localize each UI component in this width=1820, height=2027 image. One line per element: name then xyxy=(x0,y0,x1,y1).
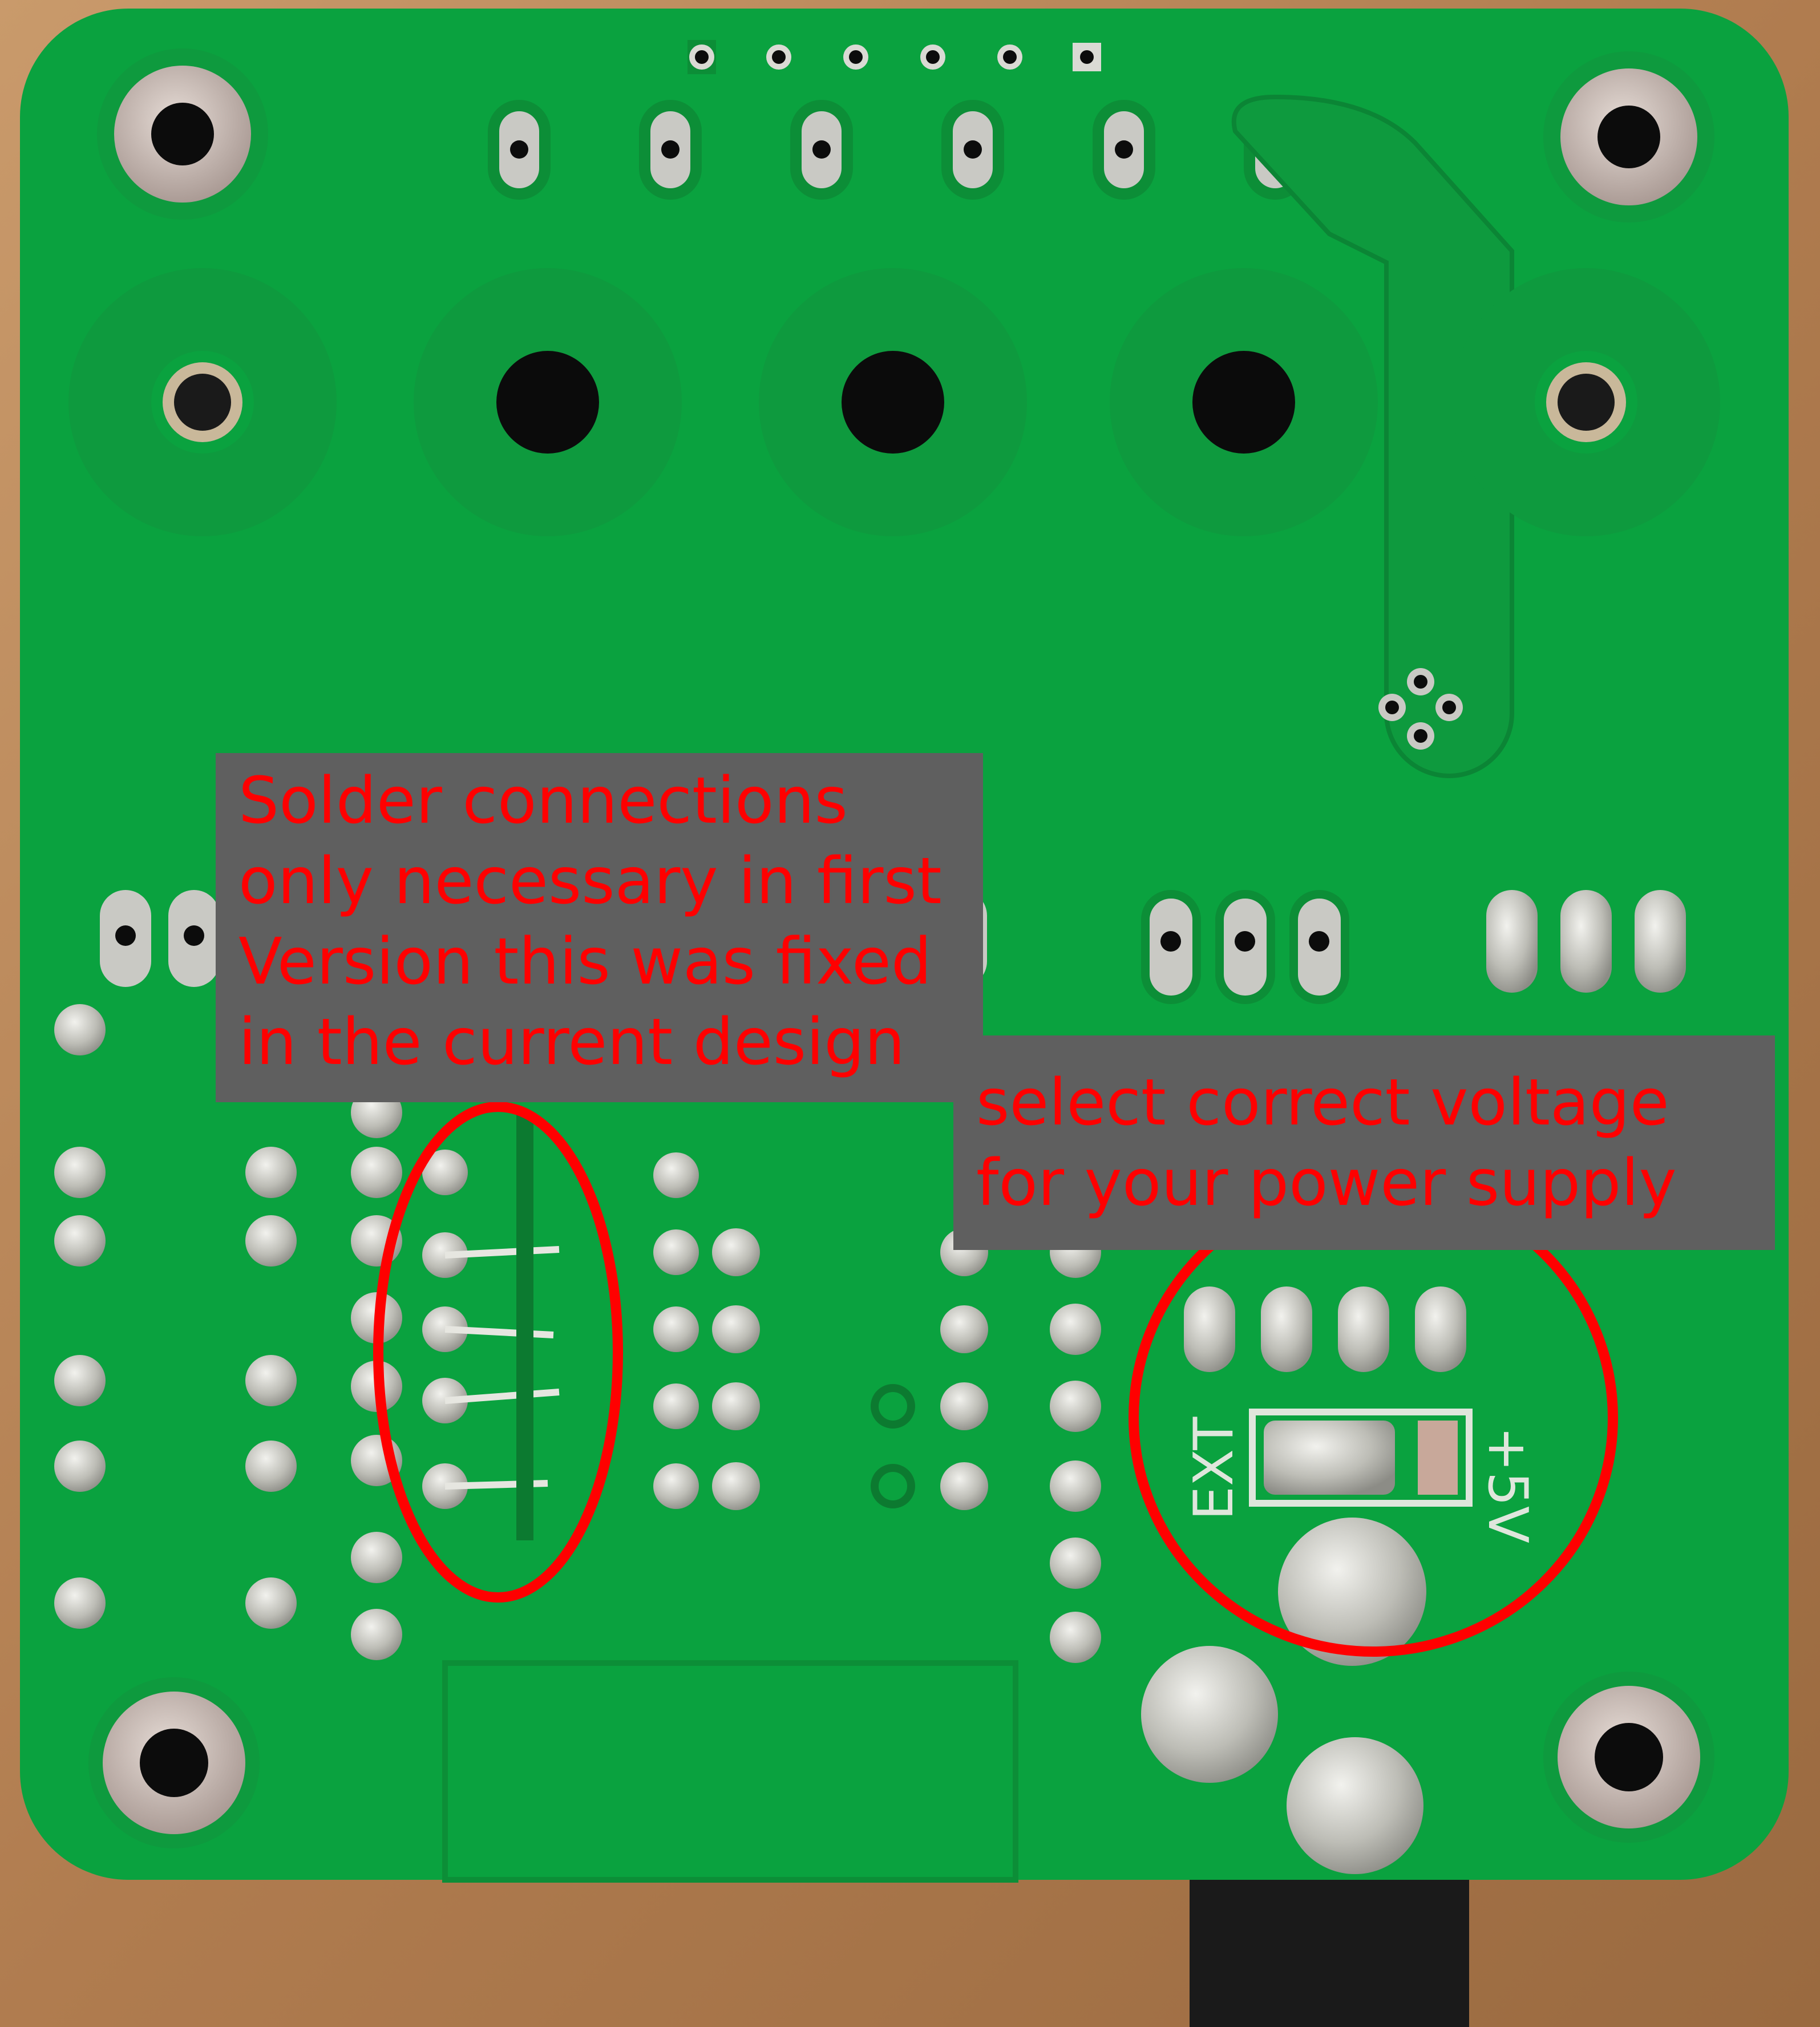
voltage-note-line: select correct voltage xyxy=(976,1066,1669,1140)
silkscreen-ext: EXT xyxy=(1183,1417,1245,1520)
solder-jumper xyxy=(1249,1409,1473,1507)
voltage-note-callout: select correct voltage for your power su… xyxy=(953,1035,1775,1250)
board-cutout-outline xyxy=(442,1660,1018,1883)
voltage-note-line: for your power supply xyxy=(976,1146,1677,1220)
silkscreen-plus5v: +5V xyxy=(1476,1426,1539,1543)
solder-note-callout: Solder connections only necessary in fir… xyxy=(216,753,983,1102)
solder-note-line: Solder connections xyxy=(238,764,848,838)
solder-note-line: only necessary in first xyxy=(238,844,942,919)
solder-note-line: Version this was fixed xyxy=(238,925,932,999)
solder-note-line: in the current design xyxy=(238,1005,905,1079)
